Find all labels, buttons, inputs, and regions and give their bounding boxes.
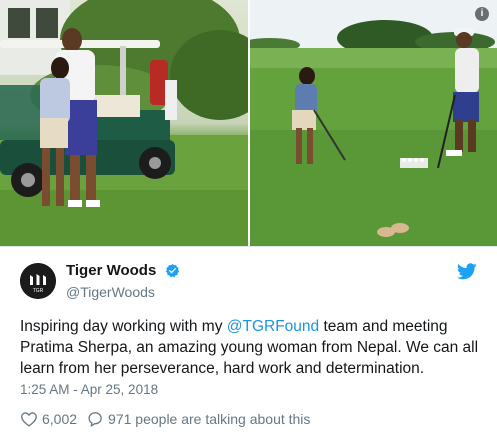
tweet-actions: 6,002 971 people are talking about this: [20, 411, 320, 427]
tweet-media[interactable]: i: [0, 0, 497, 246]
talking-count: 971 people are talking about this: [108, 411, 311, 427]
mention-link[interactable]: @TGRFound: [227, 318, 319, 335]
avatar-text: TGR: [33, 288, 44, 294]
verified-badge-icon: [165, 263, 180, 278]
like-button[interactable]: 6,002: [20, 411, 77, 427]
handle[interactable]: @TigerWoods: [66, 284, 180, 300]
tweet-card: i TGR Tiger Woods @TigerWoods Inspiring …: [0, 0, 497, 441]
timestamp-link[interactable]: 1:25 AM - Apr 25, 2018: [20, 382, 158, 397]
photo-golf-practice[interactable]: i: [250, 0, 497, 246]
twitter-bird-icon[interactable]: [456, 263, 477, 280]
like-count: 6,002: [42, 411, 78, 427]
tweet-text: Inspiring day working with my @TGRFound …: [20, 316, 480, 379]
heart-icon: [21, 412, 37, 427]
speech-bubble-icon: [88, 412, 102, 427]
tweet-text-part-1: Inspiring day working with my: [20, 318, 227, 335]
info-icon[interactable]: i: [475, 7, 489, 21]
photo-hug-golf-cart[interactable]: [0, 0, 248, 246]
display-name[interactable]: Tiger Woods: [66, 262, 156, 279]
media-divider: [0, 246, 497, 247]
avatar[interactable]: TGR: [20, 263, 56, 299]
reply-conversation-link[interactable]: 971 people are talking about this: [87, 411, 310, 427]
author-block[interactable]: Tiger Woods @TigerWoods: [66, 262, 180, 300]
